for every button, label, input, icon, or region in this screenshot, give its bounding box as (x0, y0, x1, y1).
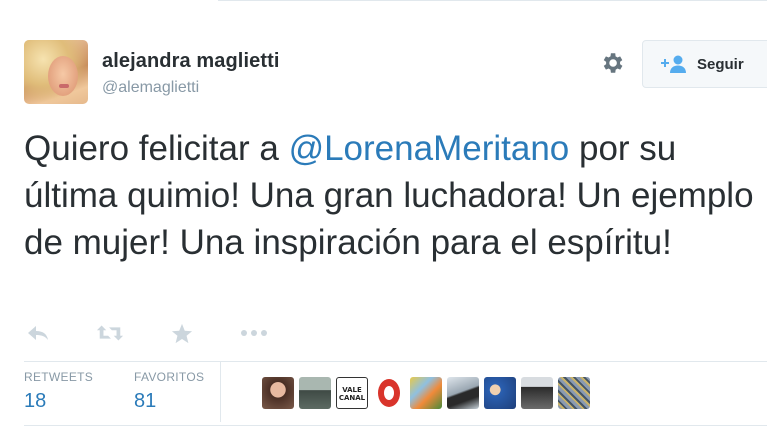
follow-user-icon (661, 55, 686, 73)
more-button[interactable] (240, 322, 268, 344)
favoriter-avatar[interactable] (484, 377, 516, 409)
favoriter-avatar[interactable] (373, 377, 405, 409)
favoriter-avatar[interactable]: VALE CANAL (336, 377, 368, 409)
favoriter-avatar[interactable] (262, 377, 294, 409)
user-fullname[interactable]: alejandra maglietti (102, 50, 280, 73)
avatar-lips (59, 84, 69, 88)
favorites-stat[interactable]: FAVORITOS 81 (134, 370, 204, 413)
tweet-actions (24, 320, 312, 346)
stats-bottom-divider (24, 425, 767, 426)
favorites-label: FAVORITOS (134, 370, 205, 384)
gear-icon[interactable] (599, 50, 625, 76)
favoriter-avatar[interactable] (521, 377, 553, 409)
follow-button-label: Seguir (697, 55, 744, 73)
favorite-button[interactable] (168, 322, 196, 344)
avatar-face (48, 56, 78, 96)
favoriter-avatar[interactable] (558, 377, 590, 409)
favoriter-avatars: VALE CANAL (262, 377, 595, 409)
favorite-icon (171, 323, 193, 343)
tweet-text-before: Quiero felicitar a (24, 129, 289, 168)
retweet-icon (96, 325, 124, 341)
favoriter-avatar[interactable] (410, 377, 442, 409)
top-divider (218, 0, 767, 1)
user-avatar[interactable] (24, 40, 88, 104)
favoriter-avatar[interactable] (299, 377, 331, 409)
favoriter-avatar[interactable] (447, 377, 479, 409)
mention-link[interactable]: @LorenaMeritano (289, 129, 570, 168)
retweets-count: 18 (24, 390, 47, 412)
retweets-label: RETWEETS (24, 370, 94, 384)
user-username[interactable]: @alemaglietti (102, 79, 199, 97)
follow-button[interactable]: Seguir (642, 40, 767, 88)
vale-canal-logo-text: VALE CANAL (338, 386, 366, 402)
reply-button[interactable] (24, 322, 52, 344)
retweet-button[interactable] (96, 322, 124, 344)
tweet-header: alejandra maglietti @alemaglietti Seguir (24, 40, 767, 106)
stats-top-divider (24, 361, 767, 362)
reply-icon (28, 326, 48, 340)
stats-separator (220, 362, 221, 422)
retweets-stat[interactable]: RETWEETS 18 (24, 370, 93, 413)
more-icon (241, 330, 267, 336)
favorites-count: 81 (134, 390, 157, 412)
tweet-text: Quiero felicitar a @LorenaMeritano por s… (24, 125, 754, 266)
